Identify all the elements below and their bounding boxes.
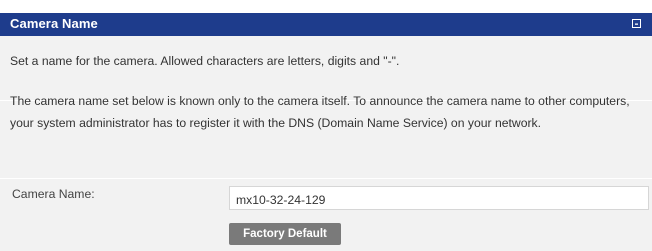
intro-text: Set a name for the camera. Allowed chara… bbox=[10, 54, 400, 68]
factory-default-button[interactable]: Factory Default bbox=[229, 223, 341, 245]
camera-name-input[interactable] bbox=[229, 186, 649, 210]
section-header: Camera Name bbox=[0, 13, 652, 36]
collapse-icon[interactable] bbox=[632, 19, 641, 28]
explanation-text: The camera name set below is known only … bbox=[10, 94, 630, 130]
divider bbox=[0, 178, 652, 179]
camera-name-panel: Camera Name Set a name for the camera. A… bbox=[0, 0, 652, 251]
section-title: Camera Name bbox=[10, 16, 98, 31]
section-body: Set a name for the camera. Allowed chara… bbox=[0, 36, 652, 251]
camera-name-label: Camera Name: bbox=[12, 187, 95, 201]
